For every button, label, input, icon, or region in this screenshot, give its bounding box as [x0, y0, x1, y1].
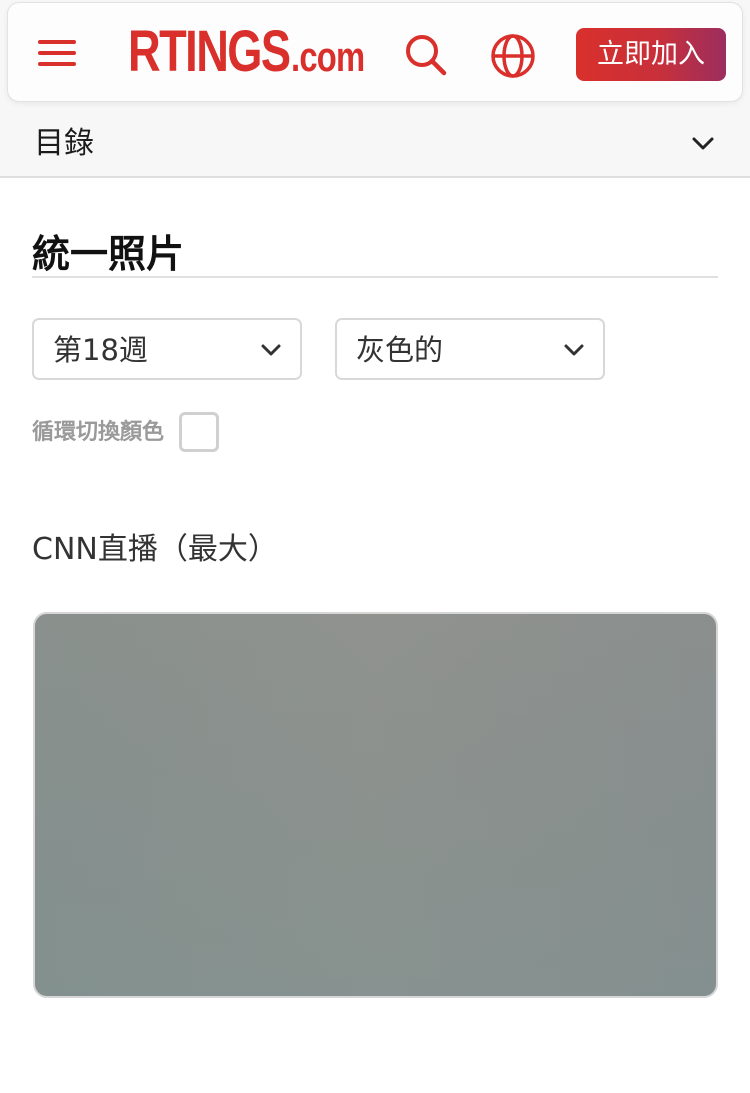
site-logo[interactable]: RTINGS .com	[128, 17, 385, 87]
chevron-down-icon	[261, 344, 281, 356]
globe-icon	[491, 34, 535, 78]
hamburger-menu-icon	[38, 40, 76, 66]
color-select[interactable]: 灰色的	[335, 318, 605, 380]
color-select-value: 灰色的	[356, 333, 444, 367]
logo-suffix: .com	[291, 33, 365, 80]
chevron-down-icon	[564, 344, 584, 356]
section-title: 統一照片	[32, 232, 185, 276]
cycle-colors-checkbox[interactable]	[179, 412, 219, 452]
search-button[interactable]	[404, 33, 448, 77]
top-bar: RTINGS .com 立即加入	[0, 0, 750, 112]
language-button[interactable]	[489, 32, 537, 80]
menu-button[interactable]	[38, 37, 76, 69]
photo-tint	[35, 614, 716, 996]
cycle-colors-label: 循環切換顏色	[32, 420, 165, 445]
site-header: RTINGS .com 立即加入	[7, 2, 743, 102]
search-icon	[406, 35, 447, 76]
week-select[interactable]: 第18週	[32, 318, 302, 380]
toc-label: 目錄	[34, 126, 94, 161]
logo-wordmark: RTINGS	[128, 19, 291, 84]
week-select-value: 第18週	[53, 333, 148, 367]
join-button[interactable]: 立即加入	[576, 28, 726, 81]
uniformity-photo	[33, 612, 718, 998]
chevron-down-icon	[692, 137, 714, 150]
section-divider	[32, 276, 718, 278]
table-of-contents-toggle[interactable]: 目錄	[0, 112, 750, 178]
photo-caption: CNN直播（最大）	[32, 532, 278, 567]
